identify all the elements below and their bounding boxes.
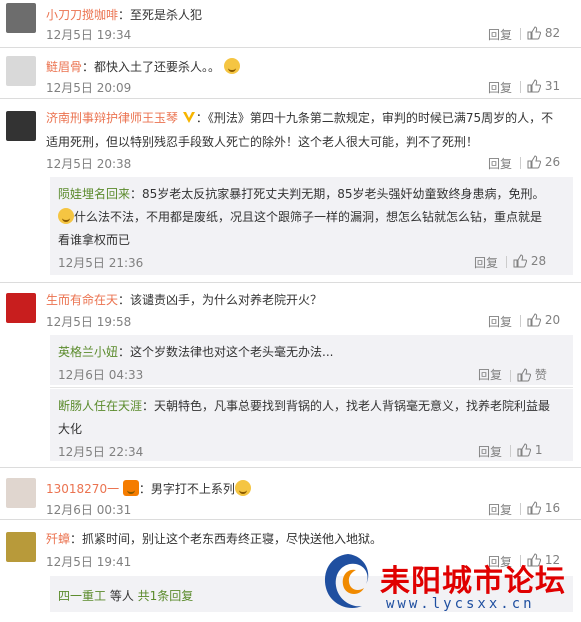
reply-button[interactable]: 回复 <box>478 443 502 460</box>
site-watermark: 耒阳城市论坛 www.lycsxx.cn <box>318 548 580 618</box>
like-button[interactable]: 16 <box>520 501 561 515</box>
verified-badge-icon <box>182 112 195 123</box>
comment-time: 12月5日 19:34 <box>46 28 132 42</box>
comment-time: 12月5日 19:41 <box>46 555 132 569</box>
reply-thread: 英格兰小妞：这个岁数法律也对这个老头毫无办法... 12月6日 04:33 回复… <box>50 335 573 385</box>
like-label: 赞 <box>534 368 547 382</box>
comment-author[interactable]: 小刀刀搅咖啡 <box>46 8 118 22</box>
comment-text: ：都快入土了还要杀人。。 <box>82 60 221 74</box>
thumbs-up-icon <box>527 155 542 169</box>
like-button[interactable]: 1 <box>510 443 543 457</box>
like-button[interactable]: 82 <box>520 26 561 40</box>
reply-text: 看谁拿权而已 <box>58 233 131 247</box>
more-replies-author[interactable]: 四一重工 <box>58 589 106 603</box>
reply-author[interactable]: 英格兰小妞 <box>58 345 118 359</box>
comment-time: 12月5日 20:09 <box>46 81 132 95</box>
reply-thread: 断肠人任在天涯：天朝特色，凡事总要找到背锅的人，找老人背锅毫无意义，找养老院利益… <box>50 389 573 461</box>
like-button[interactable]: 赞 <box>510 366 547 383</box>
reply-time: 12月5日 22:34 <box>58 445 144 459</box>
comment-text: ：男字打不上系列 <box>138 482 235 496</box>
comment-2: 鲢眉骨：都快入土了还要杀人。。 12月5日 20:09 回复 31 <box>0 48 581 98</box>
member-badge-icon <box>122 480 139 496</box>
comment-time: 12月6日 00:31 <box>46 503 132 517</box>
reply-author[interactable]: 断肠人任在天涯 <box>58 399 142 413</box>
reply-text: ：这个岁数法律也对这个老头毫无办法... <box>118 345 334 359</box>
site-logo-icon <box>324 554 369 608</box>
like-count: 31 <box>544 79 561 93</box>
comment-5: 13018270一 ：男字打不上系列 12月6日 00:31 回复 16 <box>0 468 581 518</box>
comment-time: 12月5日 20:38 <box>46 157 132 171</box>
comment-3: 济南刑事辩护律师王玉琴 ：《刑法》第四十九条第二款规定，审判的时候已满75周岁的… <box>0 99 581 279</box>
thumbs-up-icon <box>517 443 532 457</box>
comment-author[interactable]: 13018270一 <box>46 482 119 496</box>
comment-text: ：至死是杀人犯 <box>118 8 203 22</box>
smile-emoji-icon <box>223 58 240 74</box>
thumbs-up-icon <box>513 254 528 268</box>
more-replies-link[interactable]: 共1条回复 <box>138 589 194 603</box>
avatar[interactable] <box>6 478 36 508</box>
comment-author[interactable]: 济南刑事辩护律师王玉琴 <box>46 111 178 125</box>
comment-text: ：该谴责凶手，为什么对养老院开火？ <box>118 293 323 307</box>
thumbs-up-icon <box>517 368 532 382</box>
like-count: 26 <box>544 155 561 169</box>
avatar[interactable] <box>6 532 36 562</box>
watermark-url: www.lycsxx.cn <box>386 596 535 612</box>
like-button[interactable]: 20 <box>520 313 561 327</box>
thumbs-up-icon <box>527 313 542 327</box>
comment-text: ：《刑法》第四十九条第二款规定，审判的时候已满75周岁的人，不 <box>195 111 554 125</box>
like-count: 16 <box>544 501 561 515</box>
like-button[interactable]: 31 <box>520 79 561 93</box>
doge-emoji-icon <box>58 208 74 224</box>
comment-text: 适用死刑，但以特别残忍手段致人死亡的除外！这个老人很大可能，判不了死刑！ <box>46 135 479 149</box>
like-button[interactable]: 26 <box>520 155 561 169</box>
reply-author[interactable]: 陨娃埋名回来 <box>58 187 130 201</box>
avatar[interactable] <box>6 111 36 141</box>
reply-text: 什么法不法，不用都是废纸，况且这个跟筛子一样的漏洞，想怎么钻就怎么钻，重点就是 <box>74 210 543 224</box>
smile-emoji-icon <box>234 480 251 496</box>
reply-text: 大化 <box>58 422 83 436</box>
more-replies-mid: 等人 <box>106 589 138 603</box>
thumbs-up-icon <box>527 26 542 40</box>
reply-button[interactable]: 回复 <box>488 313 512 330</box>
reply-time: 12月6日 04:33 <box>58 368 144 382</box>
thumbs-up-icon <box>527 501 542 515</box>
comment-author[interactable]: 生而有命在天 <box>46 293 118 307</box>
avatar[interactable] <box>6 56 36 86</box>
comment-1: 小刀刀搅咖啡：至死是杀人犯 12月5日 19:34 回复 82 <box>0 0 581 48</box>
comment-author[interactable]: 鲢眉骨 <box>46 60 82 74</box>
comment-4: 生而有命在天：该谴责凶手，为什么对养老院开火？ 12月5日 19:58 回复 2… <box>0 283 581 463</box>
reply-button[interactable]: 回复 <box>488 155 512 172</box>
like-count: 82 <box>544 26 561 40</box>
comment-text: ：抓紧时间，别让这个老东西寿终正寝，尽快送他入地狱。 <box>70 532 383 546</box>
reply-text: ：85岁老太反抗家暴打死丈夫判无期，85岁老头强奸幼童致终身患病，免刑。 <box>130 187 545 201</box>
reply-thread: 陨娃埋名回来：85岁老太反抗家暴打死丈夫判无期，85岁老头强奸幼童致终身患病，免… <box>50 177 573 275</box>
reply-button[interactable]: 回复 <box>478 366 502 383</box>
comment-author[interactable]: 歼蟑 <box>46 532 70 546</box>
like-count: 20 <box>544 313 561 327</box>
reply-text: ：天朝特色，凡事总要找到背锅的人，找老人背锅毫无意义，找养老院利益最 <box>142 399 551 413</box>
reply-button[interactable]: 回复 <box>488 79 512 96</box>
reply-button[interactable]: 回复 <box>488 26 512 43</box>
avatar[interactable] <box>6 293 36 323</box>
reply-time: 12月5日 21:36 <box>58 256 144 270</box>
like-count: 28 <box>530 254 547 268</box>
like-button[interactable]: 28 <box>506 254 547 268</box>
thumbs-up-icon <box>527 79 542 93</box>
avatar[interactable] <box>6 3 36 33</box>
comment-time: 12月5日 19:58 <box>46 315 132 329</box>
like-count: 1 <box>534 443 543 457</box>
watermark-title: 耒阳城市论坛 <box>380 564 566 599</box>
reply-button[interactable]: 回复 <box>474 254 498 271</box>
reply-button[interactable]: 回复 <box>488 501 512 518</box>
